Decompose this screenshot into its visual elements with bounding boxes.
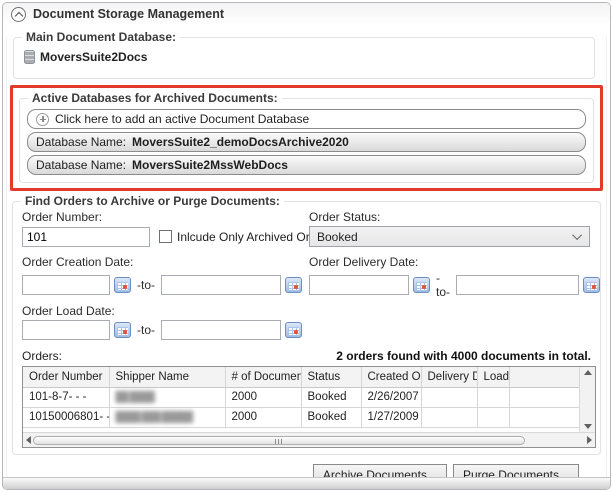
- to-separator: -to-: [434, 271, 452, 299]
- window-bottom-strip: [3, 477, 610, 489]
- calendar-icon[interactable]: [114, 322, 131, 338]
- col-header-shipper-name[interactable]: Shipper Name: [109, 367, 225, 387]
- order-number-label: Order Number:: [22, 210, 309, 224]
- calendar-icon[interactable]: [285, 322, 302, 338]
- database-icon: [24, 50, 35, 64]
- creation-date-to-input[interactable]: [161, 275, 281, 295]
- col-header-delivery-date[interactable]: Delivery Date: [421, 367, 477, 387]
- calendar-icon[interactable]: [114, 277, 131, 293]
- scroll-left-icon[interactable]: [26, 436, 31, 444]
- scroll-right-icon[interactable]: [587, 436, 592, 444]
- collapse-chevron-icon[interactable]: [11, 7, 26, 22]
- cell-documents: 2000: [225, 387, 301, 407]
- page-title: Document Storage Management: [33, 7, 224, 21]
- delivery-date-to-input[interactable]: [456, 275, 579, 295]
- orders-table: Order Number Shipper Name # of Documents…: [22, 366, 596, 448]
- cell-load-date: [477, 387, 509, 407]
- delivery-date-from-input[interactable]: [309, 275, 409, 295]
- plus-icon: [36, 113, 49, 126]
- database-name-value: MoversSuite2_demoDocsArchive2020: [132, 135, 349, 149]
- creation-date-from-input[interactable]: [22, 275, 110, 295]
- main-database-group: Main Document Database: MoversSuite2Docs: [13, 37, 595, 79]
- horizontal-scrollbar[interactable]: [23, 432, 595, 447]
- include-archived-checkbox-wrap: Inlcude Only Archived Orders: [159, 230, 333, 244]
- cell-order-number: 10150006801- - -: [23, 407, 109, 427]
- cell-shipper-redacted: ██ ████: [109, 387, 225, 407]
- archive-database-row[interactable]: Database Name: MoversSuite2MssWebDocs: [27, 155, 586, 175]
- order-status-selected-value: Booked: [317, 230, 358, 244]
- delivery-date-label: Order Delivery Date:: [309, 255, 591, 269]
- table-row[interactable]: 10150006801- - - ████ ███ █████ 2000 Boo…: [23, 407, 579, 427]
- expander-header: Document Storage Management: [3, 3, 610, 25]
- col-header-order-number[interactable]: Order Number: [23, 367, 109, 387]
- database-name-prefix: Database Name:: [36, 158, 126, 172]
- vertical-scrollbar[interactable]: [579, 367, 595, 432]
- col-header-documents[interactable]: # of Documents: [225, 367, 301, 387]
- cell-created-on: 2/26/2007: [361, 387, 421, 407]
- scroll-down-icon[interactable]: [584, 424, 592, 429]
- to-separator: -to-: [135, 278, 157, 292]
- cell-delivery-date: [421, 407, 477, 427]
- main-database-group-label: Main Document Database:: [22, 30, 180, 44]
- document-storage-management-window: Document Storage Management Main Documen…: [2, 2, 611, 490]
- cell-status: Booked: [301, 387, 361, 407]
- load-date-to-input[interactable]: [161, 320, 281, 340]
- chevron-down-icon: [572, 230, 582, 240]
- database-name-prefix: Database Name:: [36, 135, 126, 149]
- order-status-label: Order Status:: [309, 210, 591, 224]
- calendar-icon[interactable]: [285, 277, 302, 293]
- find-orders-group-label: Find Orders to Archive or Purge Document…: [21, 194, 284, 208]
- load-date-label: Order Load Date:: [22, 304, 591, 318]
- cell-delivery-date: [421, 387, 477, 407]
- table-row[interactable]: 101-8-7- - - ██ ████ 2000 Booked 2/26/20…: [23, 387, 579, 407]
- database-name-value: MoversSuite2MssWebDocs: [132, 158, 288, 172]
- cell-order-number: 101-8-7- - -: [23, 387, 109, 407]
- cell-status: Booked: [301, 407, 361, 427]
- to-separator: -to-: [135, 323, 157, 337]
- main-database-item: MoversSuite2Docs: [24, 50, 586, 64]
- find-orders-group: Find Orders to Archive or Purge Document…: [12, 201, 601, 455]
- order-status-dropdown[interactable]: Booked: [309, 226, 590, 247]
- table-header-row: Order Number Shipper Name # of Documents…: [23, 367, 579, 387]
- archive-database-row[interactable]: Database Name: MoversSuite2_demoDocsArch…: [27, 132, 586, 152]
- col-header-load-date[interactable]: Load Date: [477, 367, 509, 387]
- col-header-status[interactable]: Status: [301, 367, 361, 387]
- cell-shipper-redacted: ████ ███ █████: [109, 407, 225, 427]
- add-database-label: Click here to add an active Document Dat…: [55, 112, 309, 126]
- horizontal-scrollbar-thumb[interactable]: [33, 436, 525, 445]
- orders-label: Orders:: [22, 349, 62, 363]
- col-header-created-on[interactable]: Created On: [361, 367, 421, 387]
- add-database-button[interactable]: Click here to add an active Document Dat…: [27, 109, 586, 129]
- cell-documents: 2000: [225, 407, 301, 427]
- include-archived-checkbox[interactable]: [159, 230, 172, 243]
- active-databases-group: Active Databases for Archived Documents:…: [19, 98, 594, 183]
- main-database-name: MoversSuite2Docs: [40, 50, 147, 64]
- creation-date-label: Order Creation Date:: [22, 255, 309, 269]
- scroll-up-icon[interactable]: [584, 370, 592, 375]
- load-date-from-input[interactable]: [22, 320, 110, 340]
- cell-load-date: [477, 407, 509, 427]
- content-panel: Main Document Database: MoversSuite2Docs…: [6, 37, 607, 487]
- calendar-icon[interactable]: [413, 277, 430, 293]
- highlight-annotation-rectangle: Active Databases for Archived Documents:…: [10, 85, 603, 191]
- cell-created-on: 1/27/2009: [361, 407, 421, 427]
- calendar-icon[interactable]: [583, 277, 600, 293]
- order-number-input[interactable]: [22, 227, 150, 247]
- orders-summary: 2 orders found with 4000 documents in to…: [336, 349, 591, 363]
- active-databases-group-label: Active Databases for Archived Documents:: [28, 91, 282, 105]
